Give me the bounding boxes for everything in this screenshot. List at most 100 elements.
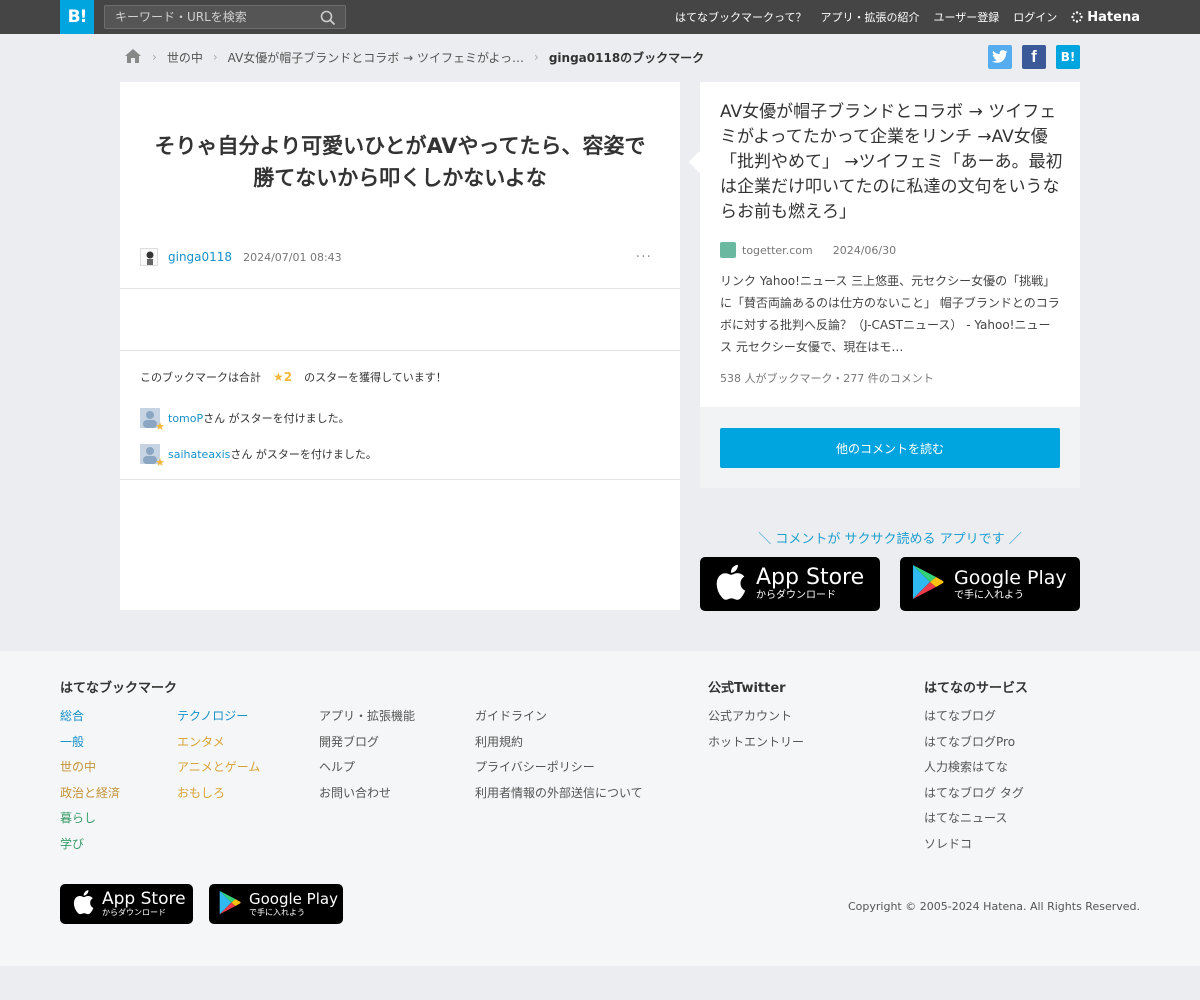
footer-link[interactable]: ヘルプ bbox=[319, 755, 415, 781]
entry-panel: AV女優が帽子ブランドとコラボ → ツイフェミがよってたかって企業をリンチ →A… bbox=[688, 82, 1080, 488]
star-row: ★ tomoP さん がスターを付けました。 bbox=[140, 408, 350, 433]
nav-register[interactable]: ユーザー登録 bbox=[934, 9, 1000, 25]
divider bbox=[120, 479, 680, 480]
entry-card: AV女優が帽子ブランドとコラボ → ツイフェミがよってたかって企業をリンチ →A… bbox=[688, 82, 1080, 407]
top-nav: はてなブックマークって？ アプリ・拡張の紹介 ユーザー登録 ログイン Haten… bbox=[675, 0, 1140, 34]
footer-link[interactable]: ホットエントリー bbox=[708, 730, 804, 756]
footer-app-store-button[interactable]: App Store からダウンロード bbox=[60, 884, 193, 924]
footer-link[interactable]: ソレドコ bbox=[924, 832, 1024, 858]
nav-about[interactable]: はてなブックマークって？ bbox=[675, 9, 806, 25]
google-play-icon bbox=[219, 890, 241, 919]
footer-link[interactable]: はてなブログ タグ bbox=[924, 781, 1024, 807]
chevron-right-icon: › bbox=[534, 50, 539, 64]
twitter-share-button[interactable] bbox=[988, 45, 1012, 69]
chevron-right-icon: › bbox=[212, 50, 218, 64]
footer-category-link[interactable]: テクノロジー bbox=[177, 704, 260, 730]
bookmark-meta: ginga0118 2024/07/01 08:43 ··· bbox=[140, 246, 660, 268]
entry-description: リンク Yahoo!ニュース 三上悠亜、元セクシー女優の「挑戦」に「賛否両論ある… bbox=[720, 274, 1060, 354]
footer-services: はてなブログ はてなブログPro 人力検索はてな はてなブログ タグ はてなニュ… bbox=[924, 704, 1024, 858]
favicon-icon bbox=[720, 242, 736, 258]
footer-category-link[interactable]: アニメとゲーム bbox=[177, 755, 260, 781]
star-user-link[interactable]: saihateaxis bbox=[168, 448, 230, 461]
footer-link[interactable]: アプリ・拡張機能 bbox=[319, 704, 415, 730]
bookmark-timestamp[interactable]: 2024/07/01 08:43 bbox=[243, 251, 342, 264]
footer-category-link[interactable]: 暮らし bbox=[60, 806, 120, 832]
footer-link[interactable]: プライバシーポリシー bbox=[475, 755, 643, 781]
bookmark-comment: そりゃ自分より可愛いひとがAVやってたら、容姿で勝てないから叩くしかないよな bbox=[154, 134, 646, 190]
star-user-text: さん がスターを付けました。 bbox=[203, 412, 350, 425]
home-icon[interactable] bbox=[124, 48, 142, 67]
star-summary: このブックマークは合計 ★2 のスターを獲得しています！ bbox=[140, 369, 447, 385]
avatar[interactable]: ★ bbox=[140, 444, 165, 469]
footer-link[interactable]: 利用者情報の外部送信について bbox=[475, 781, 643, 807]
footer-category-link[interactable]: おもしろ bbox=[177, 781, 260, 807]
app-store-button[interactable]: App Store からダウンロード bbox=[700, 557, 880, 611]
footer-category-link[interactable]: 政治と経済 bbox=[60, 781, 120, 807]
footer-category-link[interactable]: 一般 bbox=[60, 730, 120, 756]
hatena-brand-link[interactable]: Hatena bbox=[1071, 10, 1140, 25]
avatar[interactable]: ★ bbox=[140, 408, 165, 433]
star-user-link[interactable]: tomoP bbox=[168, 412, 203, 425]
breadcrumb-current: ginga0118のブックマーク bbox=[548, 50, 705, 65]
entry-date: 2024/06/30 bbox=[832, 243, 897, 257]
google-play-sublabel: で手に入れよう bbox=[954, 590, 1024, 601]
top-bar: B! はてなブックマークって？ アプリ・拡張の紹介 ユーザー登録 ログイン Ha… bbox=[0, 0, 1200, 34]
chevron-right-icon: › bbox=[152, 50, 157, 64]
more-options-icon[interactable]: ··· bbox=[636, 249, 652, 265]
star-summary-prefix: このブックマークは合計 bbox=[140, 371, 261, 384]
hatena-share-button[interactable]: B! bbox=[1056, 45, 1080, 69]
star-summary-suffix: のスターを獲得しています！ bbox=[304, 371, 447, 384]
footer-bookmark-heading: はてなブックマーク bbox=[60, 681, 178, 696]
hatena-b-icon: B! bbox=[1060, 50, 1076, 64]
footer-links-b: ガイドライン 利用規約 プライバシーポリシー 利用者情報の外部送信について bbox=[475, 704, 643, 806]
twitter-bird-icon bbox=[992, 50, 1008, 63]
apple-icon bbox=[72, 889, 94, 919]
footer-google-play-button[interactable]: Google Play で手に入れよう bbox=[209, 884, 343, 924]
footer-services-heading: はてなのサービス bbox=[924, 681, 1029, 696]
breadcrumb-category[interactable]: 世の中 bbox=[167, 49, 203, 66]
footer-link[interactable]: 利用規約 bbox=[475, 730, 643, 756]
bookmark-panel: そりゃ自分より可愛いひとがAVやってたら、容姿で勝てないから叩くしかないよな g… bbox=[120, 82, 680, 610]
read-comments-button[interactable]: 他のコメントを読む bbox=[720, 428, 1060, 468]
bookmark-user-link[interactable]: ginga0118 bbox=[168, 250, 232, 264]
search-icon[interactable] bbox=[320, 10, 336, 26]
footer-category-link[interactable]: 総合 bbox=[60, 704, 120, 730]
entry-source-link[interactable]: togetter.com bbox=[742, 244, 813, 257]
hatena-bookmark-logo[interactable]: B! bbox=[60, 0, 94, 34]
app-store-label: App Store bbox=[756, 565, 865, 590]
facebook-share-button[interactable]: f bbox=[1022, 45, 1046, 69]
entry-title-link[interactable]: AV女優が帽子ブランドとコラボ → ツイフェミがよってたかって企業をリンチ →A… bbox=[720, 100, 1065, 225]
footer-category-link[interactable]: 学び bbox=[60, 832, 120, 858]
footer-link[interactable]: お問い合わせ bbox=[319, 781, 415, 807]
footer-categories-a: 総合 一般 世の中 政治と経済 暮らし 学び bbox=[60, 704, 120, 858]
avatar[interactable] bbox=[140, 248, 158, 266]
footer-link[interactable]: 開発ブログ bbox=[319, 730, 415, 756]
facebook-icon: f bbox=[1031, 47, 1037, 66]
footer-links-a: アプリ・拡張機能 開発ブログ ヘルプ お問い合わせ bbox=[319, 704, 415, 806]
star-icon: ★ bbox=[155, 456, 165, 469]
footer-link[interactable]: 公式アカウント bbox=[708, 704, 804, 730]
footer-link[interactable]: 人力検索はてな bbox=[924, 755, 1024, 781]
footer-category-link[interactable]: 世の中 bbox=[60, 755, 120, 781]
footer-link[interactable]: はてなニュース bbox=[924, 806, 1024, 832]
google-play-button[interactable]: Google Play で手に入れよう bbox=[900, 557, 1080, 611]
app-store-label: App Store bbox=[102, 889, 186, 909]
app-store-sublabel: からダウンロード bbox=[756, 590, 836, 601]
footer-category-link[interactable]: エンタメ bbox=[177, 730, 260, 756]
google-play-label: Google Play bbox=[249, 890, 338, 908]
breadcrumb-entry[interactable]: AV女優が帽子ブランドとコラボ → ツイフェミがよっ… bbox=[228, 49, 524, 66]
entry-source-row: togetter.com 2024/06/30 bbox=[720, 242, 896, 258]
copyright: Copyright © 2005-2024 Hatena. All Rights… bbox=[847, 900, 1140, 913]
breadcrumb: › 世の中 › AV女優が帽子ブランドとコラボ → ツイフェミがよっ… › gi… bbox=[124, 47, 704, 67]
star-row: ★ saihateaxis さん がスターを付けました。 bbox=[140, 444, 377, 469]
footer-link[interactable]: はてなブログPro bbox=[924, 730, 1024, 756]
entry-stats[interactable]: 538 人がブックマーク・277 件のコメント bbox=[720, 370, 934, 386]
search-input[interactable] bbox=[104, 5, 346, 29]
star-user-text: さん がスターを付けました。 bbox=[230, 448, 377, 461]
nav-apps[interactable]: アプリ・拡張の紹介 bbox=[821, 9, 920, 25]
footer-link[interactable]: ガイドライン bbox=[475, 704, 643, 730]
footer-link[interactable]: はてなブログ bbox=[924, 704, 1024, 730]
footer: はてなブックマーク 総合 一般 世の中 政治と経済 暮らし 学び テクノロジー … bbox=[0, 651, 1200, 966]
footer-twitter-links: 公式アカウント ホットエントリー bbox=[708, 704, 804, 755]
nav-login[interactable]: ログイン bbox=[1013, 9, 1057, 25]
